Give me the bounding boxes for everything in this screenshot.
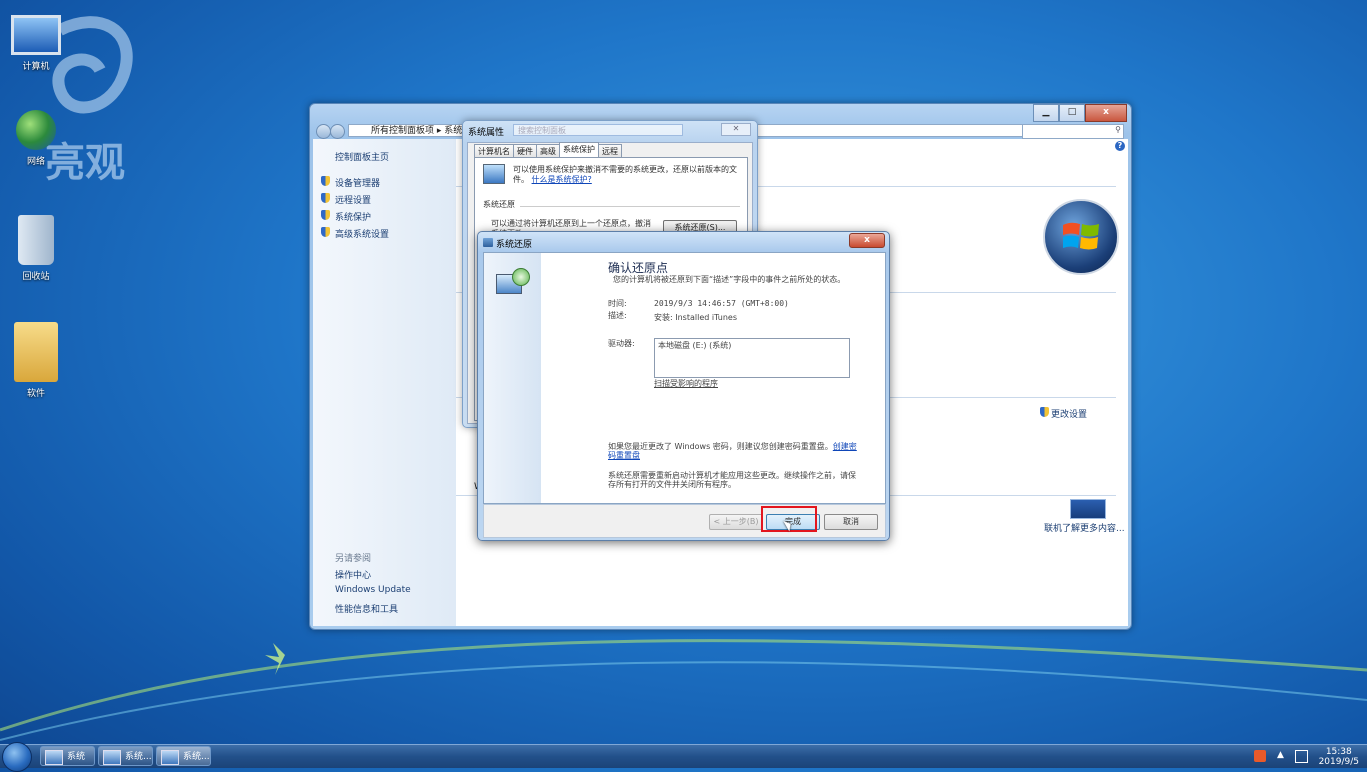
- sidebar-item-system-protection[interactable]: 系统保护: [321, 210, 372, 223]
- sidebar-item-remote-settings[interactable]: 远程设置: [321, 193, 372, 206]
- taskbar-item[interactable]: 系统...: [98, 746, 153, 766]
- help-icon[interactable]: ?: [1115, 141, 1125, 151]
- start-button[interactable]: [2, 742, 32, 772]
- computer-icon: [11, 15, 61, 55]
- clock[interactable]: 15:38 2019/9/5: [1319, 747, 1359, 767]
- desktop-icon-computer[interactable]: 计算机: [6, 15, 66, 72]
- sidebar-item-performance[interactable]: 性能信息和工具: [335, 602, 398, 615]
- learn-more-link[interactable]: 联机了解更多内容...: [1044, 521, 1125, 534]
- drive-item: 本地磁盘 (E:) (系统): [658, 341, 732, 350]
- maximize-button[interactable]: □: [1059, 104, 1085, 122]
- taskbar-item[interactable]: 系统...: [156, 746, 211, 766]
- recycle-bin-icon: [18, 215, 54, 265]
- sidebar-item-label: 高级系统设置: [335, 230, 390, 240]
- sidebar: 控制面板主页 设备管理器 远程设置 系统保护 高级系统设置 另请参阅 操作中心 …: [313, 139, 456, 626]
- wizard-sidebar: [484, 253, 541, 503]
- shield-icon: [321, 176, 330, 186]
- see-also-heading: 另请参阅: [335, 554, 372, 564]
- page-title: 确认还原点: [608, 261, 669, 275]
- wizard-button-bar: < 上一步(B) 完成 取消: [483, 504, 886, 538]
- tab-bar: 计算机名 硬件 高级 系统保护 远程: [474, 142, 622, 158]
- folder-icon: [14, 322, 58, 382]
- search-input[interactable]: ⚲: [1022, 124, 1124, 139]
- sidebar-item-home[interactable]: 控制面板主页: [335, 150, 389, 163]
- tab-remote[interactable]: 远程: [598, 144, 622, 158]
- dialog-title: 系统还原: [496, 240, 533, 250]
- change-settings-link[interactable]: 更改设置: [1040, 407, 1087, 420]
- sidebar-item-device-manager[interactable]: 设备管理器: [321, 176, 381, 189]
- sidebar-item-label: 远程设置: [335, 196, 372, 206]
- window-icon: [45, 750, 63, 765]
- tab-hardware[interactable]: 硬件: [513, 144, 537, 158]
- search-icon: ⚲: [1115, 125, 1121, 134]
- window-icon: [161, 750, 179, 765]
- drives-label: 驱动器:: [608, 339, 635, 348]
- shield-icon: [321, 227, 330, 237]
- cancel-button[interactable]: 取消: [824, 514, 878, 530]
- tab-computer-name[interactable]: 计算机名: [474, 144, 514, 158]
- window-icon: [103, 750, 121, 765]
- input-method-icon[interactable]: [1254, 750, 1266, 762]
- system-restore-icon: [483, 238, 493, 247]
- shield-icon: [321, 193, 330, 203]
- desktop-icon-label: 软件: [26, 389, 45, 399]
- desktop-icon-software[interactable]: 软件: [6, 322, 66, 399]
- search-input[interactable]: 搜索控制面板: [513, 124, 683, 136]
- window-controls: ▁ □ x: [1033, 104, 1127, 122]
- scan-affected-programs-link[interactable]: 扫描受影响的程序: [654, 379, 718, 388]
- description-text: 您的计算机将被还原到下面“描述”字段中的事件之前所处的状态。: [613, 275, 846, 284]
- system-restore-dialog: 系统还原 x 确认还原点 您的计算机将被还原到下面“描述”字段中的事件之前所处的…: [477, 231, 890, 541]
- desktop-icon-label: 网络: [26, 157, 45, 167]
- back-icon[interactable]: [316, 124, 331, 139]
- sidebar-item-label: 设备管理器: [335, 179, 381, 189]
- windows-logo-icon: [1043, 199, 1119, 275]
- restore-computer-icon: [496, 268, 530, 296]
- clock-time: 15:38: [1325, 747, 1352, 757]
- shield-icon: [321, 210, 330, 220]
- shield-icon: [1040, 407, 1049, 417]
- desktop-icon-network[interactable]: 网络: [6, 110, 66, 167]
- dialog-title: 系统属性: [468, 128, 505, 138]
- desktop-swoosh: [0, 639, 1367, 741]
- change-settings-label: 更改设置: [1051, 410, 1088, 420]
- sidebar-item-windows-update[interactable]: Windows Update: [335, 585, 411, 595]
- genuine-license-icon: [1070, 499, 1106, 519]
- forward-icon[interactable]: [330, 124, 345, 139]
- close-button[interactable]: ✕: [721, 123, 751, 136]
- tab-system-protection[interactable]: 系统保护: [559, 142, 599, 158]
- dialog-content: 确认还原点 您的计算机将被还原到下面“描述”字段中的事件之前所处的状态。 时间:…: [483, 252, 886, 504]
- clock-date: 2019/9/5: [1318, 757, 1359, 767]
- sidebar-item-action-center[interactable]: 操作中心: [335, 568, 371, 581]
- show-hidden-icons[interactable]: ▲: [1277, 750, 1284, 760]
- sidebar-item-advanced-settings[interactable]: 高级系统设置: [321, 227, 390, 240]
- what-is-protection-link[interactable]: 什么是系统保护?: [532, 175, 592, 184]
- desktop-icon-label: 计算机: [22, 62, 50, 72]
- minimize-button[interactable]: ▁: [1033, 104, 1059, 122]
- time-value: 2019/9/3 14:46:57 (GMT+8:00): [654, 299, 789, 308]
- description-label: 描述:: [608, 311, 627, 320]
- close-button[interactable]: x: [1085, 104, 1127, 122]
- computer-shield-icon: [483, 164, 505, 184]
- desktop-icon-label: 回收站: [22, 272, 50, 282]
- section-title: 系统还原: [483, 200, 515, 209]
- close-button[interactable]: x: [849, 233, 885, 248]
- desktop-icon-recycle-bin[interactable]: 回收站: [6, 215, 66, 282]
- drives-list[interactable]: 本地磁盘 (E:) (系统): [654, 338, 850, 378]
- intro-text: 可以使用系统保护来撤消不需要的系统更改，还原以前版本的文件。 什么是系统保护?: [513, 165, 737, 184]
- time-label: 时间:: [608, 299, 627, 308]
- network-icon: [16, 110, 56, 150]
- divider: [520, 206, 740, 207]
- network-tray-icon[interactable]: [1295, 750, 1308, 763]
- taskbar-item[interactable]: 系统: [40, 746, 95, 766]
- restart-note: 系统还原需要重新启动计算机才能应用这些更改。继续操作之前，请保存所有打开的文件并…: [608, 471, 856, 489]
- taskbar: 系统 系统... 系统... ▲ 15:38 2019/9/5: [0, 742, 1367, 772]
- back-button[interactable]: < 上一步(B): [709, 514, 763, 530]
- password-note: 如果您最近更改了 Windows 密码，则建议您创建密码重置盘。创建密码重置盘: [608, 442, 857, 460]
- description-value: 安装: Installed iTunes: [654, 313, 737, 322]
- sidebar-item-label: 系统保护: [335, 213, 372, 223]
- tab-advanced[interactable]: 高级: [536, 144, 560, 158]
